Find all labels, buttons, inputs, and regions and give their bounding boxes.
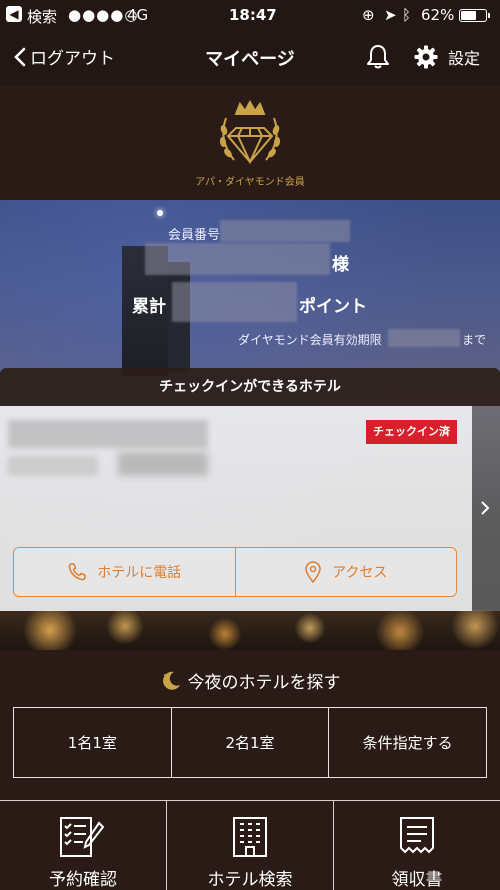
phone-icon xyxy=(68,563,86,581)
diamond-crown-logo xyxy=(219,100,281,165)
access-button[interactable]: アクセス xyxy=(234,548,457,596)
checklist-icon xyxy=(60,817,105,857)
gear-icon xyxy=(414,45,438,69)
reservation-check-label: 予約確認 xyxy=(49,870,117,890)
bottom-menu: 予約確認 ホテル検索 領収書 xyxy=(0,800,500,890)
back-app-label[interactable]: 検索 xyxy=(27,6,57,27)
location-icon: ➤ xyxy=(384,6,397,24)
city-night-image xyxy=(0,610,500,650)
settings-label: 設定 xyxy=(448,49,481,68)
expiry-suffix: まで xyxy=(462,333,487,347)
reservation-check-button[interactable]: 予約確認 xyxy=(0,801,166,890)
star-light xyxy=(157,210,163,216)
building-icon xyxy=(233,817,267,857)
honorific: 様 xyxy=(332,255,349,275)
member-number-redacted xyxy=(220,220,350,242)
receipt-label: 領収書 xyxy=(391,870,443,890)
status-bar: ◀ 検索 ●●●●○ 4G 18:47 ⊕ ➤ ᛒ 62% xyxy=(0,0,500,30)
tonight-search-title: 今夜のホテルを探す xyxy=(0,668,500,693)
nav-bar: ログアウト マイページ 設定 xyxy=(0,30,500,85)
bell-icon[interactable] xyxy=(366,44,390,74)
chevron-right-icon xyxy=(481,501,490,515)
carrier-label: 4G xyxy=(127,6,149,24)
rotation-lock-icon: ⊕ xyxy=(362,6,375,24)
clock: 18:47 xyxy=(229,6,277,24)
settings-button[interactable]: 設定 xyxy=(414,45,480,69)
battery-percent: 62% xyxy=(421,6,455,24)
battery-icon xyxy=(459,9,487,22)
checkin-section-header: チェックインができるホテル xyxy=(0,368,500,406)
next-hotel-button[interactable] xyxy=(472,406,500,611)
expiry-label: ダイヤモンド会員有効期限 xyxy=(238,333,382,347)
chevron-left-icon xyxy=(14,47,26,66)
receipt-icon xyxy=(400,817,434,854)
option-2-persons-1-room[interactable]: 2名1室 xyxy=(170,708,329,777)
hotel-name-redacted xyxy=(8,420,208,448)
logo-text: アパ・ダイヤモンド会員 xyxy=(195,177,305,188)
access-label: アクセス xyxy=(332,565,388,581)
points-redacted xyxy=(172,282,297,322)
bluetooth-icon: ᛒ xyxy=(402,6,412,24)
moon-icon xyxy=(162,671,180,690)
call-hotel-label: ホテルに電話 xyxy=(97,565,182,581)
map-pin-icon xyxy=(305,561,321,583)
total-label: 累計 xyxy=(132,297,166,317)
logout-button[interactable]: ログアウト xyxy=(14,44,115,69)
expiry-redacted xyxy=(388,329,460,347)
hotel-search-label: ホテル検索 xyxy=(207,870,293,890)
logout-label: ログアウト xyxy=(30,49,115,69)
option-1-person-1-room[interactable]: 1名1室 xyxy=(14,708,171,777)
member-number-label: 会員番号 xyxy=(168,228,221,243)
hotel-search-button[interactable]: ホテル検索 xyxy=(166,801,333,890)
back-to-app-icon[interactable]: ◀ xyxy=(6,6,22,22)
points-label: ポイント xyxy=(299,297,367,317)
tonight-options: 1名1室 2名1室 条件指定する xyxy=(13,707,487,778)
checked-in-badge: チェックイン済 xyxy=(366,420,457,444)
option-custom-conditions[interactable]: 条件指定する xyxy=(328,708,486,777)
member-name-redacted xyxy=(145,243,330,275)
tonight-search-label: 今夜のホテルを探す xyxy=(187,673,341,693)
receipt-button[interactable]: 領収書 xyxy=(333,801,500,890)
hotel-actions: ホテルに電話 アクセス xyxy=(13,547,457,597)
call-hotel-button[interactable]: ホテルに電話 xyxy=(14,548,235,596)
